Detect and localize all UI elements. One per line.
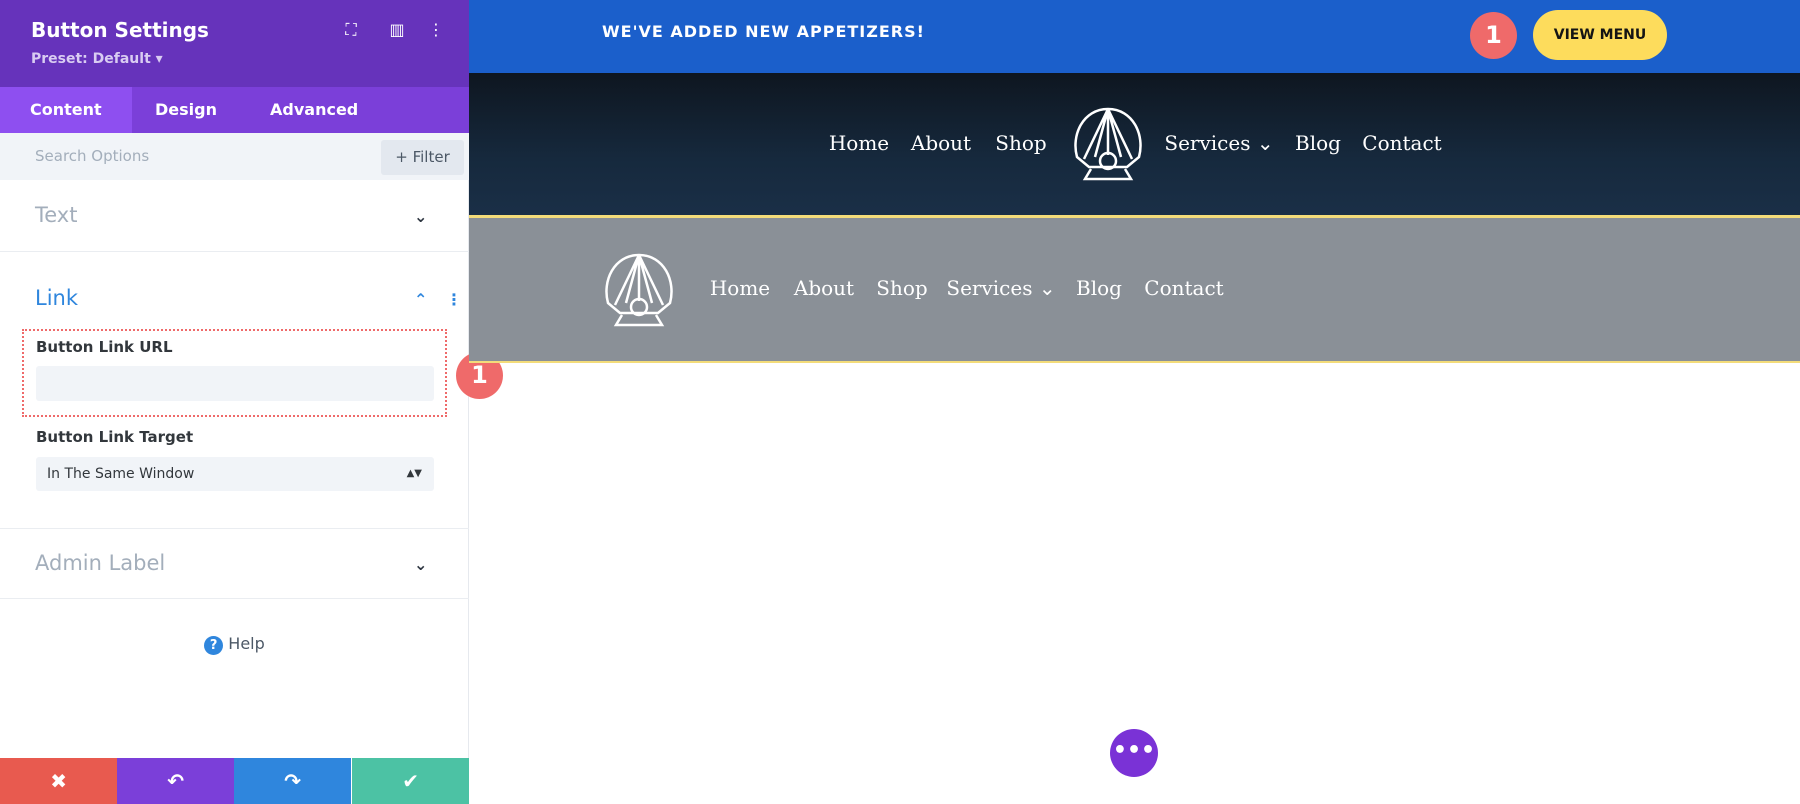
link-target-label: Button Link Target: [36, 428, 194, 446]
nav-shop[interactable]: Shop: [876, 276, 927, 300]
link-target-select[interactable]: In The Same Window ▲▼: [36, 457, 434, 491]
panel-tabs: Content Design Advanced: [0, 87, 469, 133]
step-badge: 1: [1470, 12, 1517, 59]
search-input[interactable]: Search Options: [35, 147, 149, 165]
promo-text: WE'VE ADDED NEW APPETIZERS!: [602, 22, 925, 41]
help-link[interactable]: ? Help: [0, 634, 469, 655]
panel-title: Button Settings: [31, 18, 209, 42]
nav-services[interactable]: Services ⌄: [946, 276, 1055, 300]
more-options-icon[interactable]: ⋮: [426, 20, 446, 39]
help-label: Help: [228, 634, 265, 653]
shell-logo-icon[interactable]: [1069, 105, 1147, 181]
filter-button[interactable]: + Filter: [381, 140, 464, 175]
save-button[interactable]: ✔: [352, 758, 470, 804]
help-icon: ?: [204, 636, 224, 655]
preset-dropdown[interactable]: Preset: Default ▾: [31, 51, 163, 67]
tab-design[interactable]: Design: [125, 87, 247, 133]
chevron-up-icon[interactable]: ⌃: [414, 290, 427, 309]
settings-panel: Button Settings Preset: Default ▾ ⛶ ▥ ⋮ …: [0, 0, 470, 804]
divider: [0, 528, 469, 529]
nav-home[interactable]: Home: [829, 131, 889, 155]
section-menu-icon[interactable]: ⋮: [446, 290, 462, 309]
nav-contact[interactable]: Contact: [1144, 276, 1223, 300]
nav-contact[interactable]: Contact: [1362, 131, 1441, 155]
nav-about[interactable]: About: [911, 131, 971, 155]
divider: [0, 251, 469, 252]
select-arrows-icon: ▲▼: [406, 468, 422, 479]
cancel-button[interactable]: ✖: [0, 758, 118, 804]
fullscreen-icon[interactable]: ⛶: [341, 20, 361, 40]
nav-about[interactable]: About: [794, 276, 854, 300]
shell-logo-icon[interactable]: [600, 251, 678, 327]
layout-icon[interactable]: ▥: [387, 20, 407, 39]
panel-header: Button Settings Preset: Default ▾ ⛶ ▥ ⋮: [0, 0, 469, 87]
chevron-down-icon[interactable]: ⌄: [414, 555, 427, 574]
nav-shop[interactable]: Shop: [995, 131, 1046, 155]
nav-blog[interactable]: Blog: [1076, 276, 1122, 300]
undo-button[interactable]: ↶: [117, 758, 235, 804]
tab-advanced[interactable]: Advanced: [240, 87, 388, 133]
link-target-value: In The Same Window: [47, 466, 195, 482]
link-url-label: Button Link URL: [36, 338, 173, 356]
nav-blog[interactable]: Blog: [1295, 131, 1341, 155]
divider: [0, 598, 469, 599]
section-admin-label[interactable]: Admin Label: [35, 551, 165, 575]
redo-button[interactable]: ↷: [234, 758, 352, 804]
section-text[interactable]: Text: [35, 203, 77, 227]
nav-home[interactable]: Home: [710, 276, 770, 300]
view-menu-button[interactable]: VIEW MENU: [1533, 10, 1667, 60]
chevron-down-icon[interactable]: ⌄: [414, 207, 427, 226]
tab-content[interactable]: Content: [0, 87, 132, 133]
divider: [469, 361, 1800, 363]
nav-services[interactable]: Services ⌄: [1164, 131, 1273, 155]
more-actions-button[interactable]: •••: [1110, 729, 1158, 777]
link-url-input[interactable]: [36, 366, 434, 401]
section-link[interactable]: Link: [35, 286, 78, 310]
